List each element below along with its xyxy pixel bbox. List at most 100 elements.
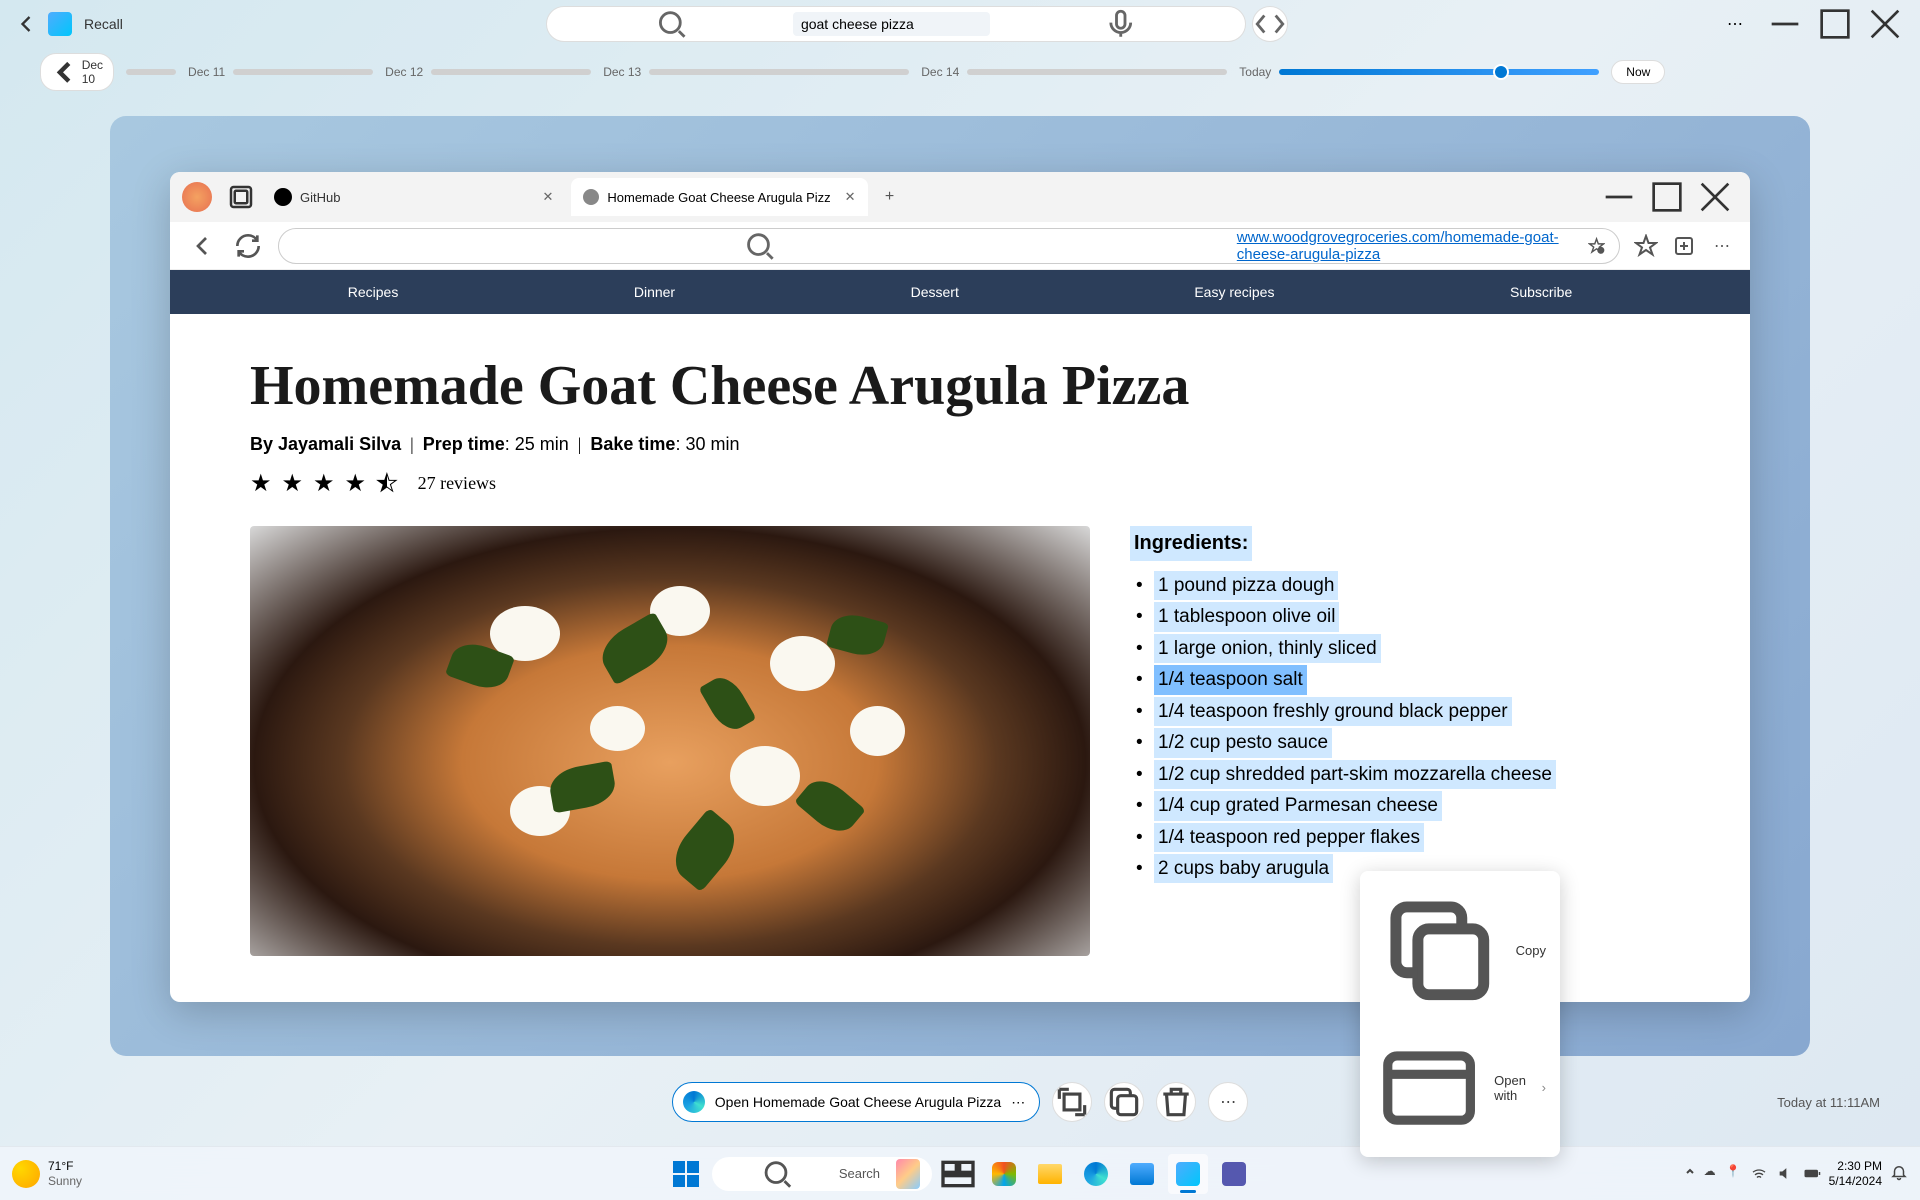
notifications-icon[interactable]	[1890, 1163, 1908, 1184]
nav-refresh[interactable]	[232, 230, 264, 262]
browser-more-icon[interactable]: ⋯	[1710, 234, 1734, 258]
ingredient-item[interactable]: 1/4 teaspoon red pepper flakes	[1154, 823, 1424, 852]
search-input[interactable]	[793, 12, 990, 36]
copilot-icon[interactable]	[984, 1154, 1024, 1194]
temp: 71°F	[48, 1159, 82, 1173]
more-icon[interactable]: ⋯	[1011, 1094, 1025, 1111]
weather-widget[interactable]: 71°FSunny	[12, 1159, 82, 1188]
collections-icon[interactable]	[1672, 234, 1696, 258]
open-snapshot-button[interactable]: Open Homemade Goat Cheese Arugula Pizza …	[672, 1082, 1040, 1122]
edge-icon	[683, 1091, 705, 1113]
browser-close[interactable]	[1692, 181, 1738, 213]
date-bar[interactable]	[126, 69, 176, 75]
back-button[interactable]	[12, 10, 40, 38]
new-tab-button[interactable]: +	[874, 181, 906, 213]
address-bar: www.woodgrovegroceries.com/homemade-goat…	[170, 222, 1750, 270]
today-bar[interactable]	[1279, 69, 1599, 75]
more-actions-button[interactable]: ⋯	[1208, 1082, 1248, 1122]
tab-label: Homemade Goat Cheese Arugula Pizz	[607, 190, 830, 205]
location-icon[interactable]: 📍	[1726, 1164, 1741, 1183]
ctx-copy[interactable]: Copy	[1360, 877, 1560, 1025]
task-view-icon[interactable]	[938, 1154, 978, 1194]
star-half-icon: ★★	[376, 469, 398, 498]
search-icon	[724, 1157, 831, 1191]
date-label: Dec 13	[603, 65, 641, 79]
recall-taskbar-icon[interactable]	[1168, 1154, 1208, 1194]
recipe-image	[250, 526, 1090, 956]
ingredient-item[interactable]: 1 pound pizza dough	[1154, 571, 1338, 600]
ingredient-item[interactable]: 1/4 teaspoon freshly ground black pepper	[1154, 697, 1512, 726]
edge-icon[interactable]	[1076, 1154, 1116, 1194]
tab-recipe[interactable]: Homemade Goat Cheese Arugula Pizz ✕	[571, 178, 867, 216]
teams-icon[interactable]	[1214, 1154, 1254, 1194]
byline: By Jayamali Silva | Prep time: 25 min | …	[250, 434, 1670, 455]
github-icon	[274, 188, 292, 206]
taskbar: 71°FSunny Search ☁ 📍 2:30 PM 5/14/2024	[0, 1146, 1920, 1200]
ingredient-item[interactable]: 1/4 cup grated Parmesan cheese	[1154, 791, 1442, 820]
ingredient-item[interactable]: 1 large onion, thinly sliced	[1154, 634, 1381, 663]
nav-back[interactable]	[186, 230, 218, 262]
tab-actions-icon[interactable]	[226, 182, 256, 212]
more-button[interactable]: ⋯	[1712, 8, 1758, 40]
nav-link[interactable]: Dinner	[634, 284, 675, 300]
file-explorer-icon[interactable]	[1030, 1154, 1070, 1194]
now-button[interactable]: Now	[1611, 60, 1665, 84]
ingredient-item[interactable]: 1/2 cup pesto sauce	[1154, 728, 1332, 757]
delete-button[interactable]	[1156, 1082, 1196, 1122]
recall-app-icon	[48, 12, 72, 36]
ingredient-item[interactable]: 1 tablespoon olive oil	[1154, 602, 1339, 631]
date-bar[interactable]	[649, 69, 909, 75]
recipe-title: Homemade Goat Cheese Arugula Pizza	[250, 354, 1670, 418]
code-brackets-button[interactable]	[1252, 6, 1288, 42]
search-box[interactable]	[546, 6, 1246, 42]
context-menu: Copy Open with ›	[1360, 871, 1560, 1157]
tab-close-icon[interactable]: ✕	[845, 189, 856, 205]
tab-github[interactable]: GitHub ✕	[262, 178, 565, 216]
ingredient-item-selected[interactable]: 1/4 teaspoon salt	[1154, 665, 1307, 694]
tray-chevron-icon[interactable]	[1684, 1166, 1696, 1181]
browser-minimize[interactable]	[1596, 181, 1642, 213]
ingredient-item[interactable]: 2 cups baby arugula	[1154, 854, 1333, 883]
onedrive-icon[interactable]: ☁	[1704, 1164, 1716, 1183]
clock[interactable]: 2:30 PM 5/14/2024	[1829, 1159, 1882, 1188]
wifi-icon[interactable]	[1751, 1164, 1767, 1183]
profile-avatar[interactable]	[182, 182, 212, 212]
nav-link[interactable]: Dessert	[911, 284, 959, 300]
nav-link[interactable]: Recipes	[348, 284, 399, 300]
volume-icon[interactable]	[1777, 1164, 1793, 1183]
open-with-icon	[1374, 1033, 1484, 1143]
favorite-star-icon[interactable]	[1588, 234, 1605, 258]
nav-link[interactable]: Easy recipes	[1194, 284, 1274, 300]
ctx-open-with[interactable]: Open with ›	[1360, 1025, 1560, 1151]
favorites-icon[interactable]	[1634, 234, 1658, 258]
search-icon	[293, 229, 1227, 263]
store-icon[interactable]	[1122, 1154, 1162, 1194]
close-button[interactable]	[1862, 8, 1908, 40]
star-icon: ★	[345, 469, 367, 498]
url-box[interactable]: www.woodgrovegroceries.com/homemade-goat…	[278, 228, 1620, 264]
crop-button[interactable]	[1052, 1082, 1092, 1122]
copy-button[interactable]	[1104, 1082, 1144, 1122]
battery-icon[interactable]	[1803, 1164, 1821, 1183]
ctx-label: Open with	[1494, 1073, 1532, 1103]
date-bar[interactable]	[233, 69, 373, 75]
star-icon: ★	[282, 469, 304, 498]
taskbar-search[interactable]: Search	[712, 1157, 932, 1191]
date-bar[interactable]	[967, 69, 1227, 75]
snapshot-frame: GitHub ✕ Homemade Goat Cheese Arugula Pi…	[110, 116, 1810, 1056]
ingredient-item[interactable]: 1/2 cup shredded part-skim mozzarella ch…	[1154, 760, 1556, 789]
start-button[interactable]	[666, 1154, 706, 1194]
timeline-handle[interactable]	[1493, 64, 1509, 80]
minimize-button[interactable]	[1762, 8, 1808, 40]
date-bar[interactable]	[431, 69, 591, 75]
browser-maximize[interactable]	[1644, 181, 1690, 213]
nav-link[interactable]: Subscribe	[1510, 284, 1572, 300]
mic-icon[interactable]	[1010, 7, 1232, 41]
review-count: 27 reviews	[418, 473, 496, 494]
time: 2:30 PM	[1829, 1159, 1882, 1173]
tab-close-icon[interactable]: ✕	[542, 189, 553, 205]
timeline-back-button[interactable]: Dec 10	[40, 53, 114, 91]
maximize-button[interactable]	[1812, 8, 1858, 40]
tab-favicon	[583, 189, 599, 205]
sun-icon	[12, 1160, 40, 1188]
